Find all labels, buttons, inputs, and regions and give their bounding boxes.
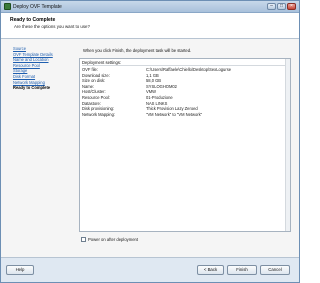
- divider: [82, 65, 288, 66]
- maximize-button[interactable]: □: [277, 3, 286, 10]
- help-button[interactable]: Help: [6, 265, 34, 275]
- settings-value: "VM Network" to "VM Network": [146, 111, 203, 117]
- intro-text: When you click Finish, the deployment ta…: [83, 48, 192, 53]
- settings-row: Network Mapping: "VM Network" to "VM Net…: [82, 112, 288, 118]
- settings-list: OVF file: C:\Users\Raffaele\Chiello\Desk…: [82, 67, 288, 117]
- settings-label: Network Mapping:: [82, 111, 115, 117]
- deploy-ovf-window: Deploy OVF Template – □ × Ready to Compl…: [0, 0, 300, 283]
- cancel-button[interactable]: Cancel: [260, 265, 290, 275]
- vmware-app-icon: [4, 3, 11, 10]
- wizard-header: Ready to Complete Are these the options …: [1, 13, 299, 39]
- window-title: Deploy OVF Template: [13, 4, 62, 10]
- nav-step-ready-to-complete: Ready to Complete: [13, 85, 51, 91]
- title-bar: Deploy OVF Template – □ ×: [1, 1, 299, 13]
- back-button[interactable]: < Back: [197, 265, 224, 275]
- wizard-steps-nav: Source OVF Template Details Name and Loc…: [13, 46, 73, 91]
- close-button[interactable]: ×: [287, 3, 296, 10]
- finish-button[interactable]: Finish: [227, 265, 257, 275]
- wizard-body: Source OVF Template Details Name and Loc…: [1, 39, 299, 257]
- power-on-checkbox[interactable]: [81, 237, 86, 242]
- page-subtitle: Are these the options you want to use?: [14, 24, 90, 29]
- page-title: Ready to Complete: [10, 17, 56, 23]
- deployment-settings-panel: Deployment settings: OVF file: C:\Users\…: [79, 58, 291, 232]
- settings-scrollbar[interactable]: [285, 59, 290, 231]
- main-content: When you click Finish, the deployment ta…: [79, 44, 293, 255]
- wizard-footer: Help < Back Finish Cancel: [1, 257, 299, 282]
- minimize-button[interactable]: –: [267, 3, 276, 10]
- power-on-label[interactable]: Power on after deployment: [88, 237, 138, 243]
